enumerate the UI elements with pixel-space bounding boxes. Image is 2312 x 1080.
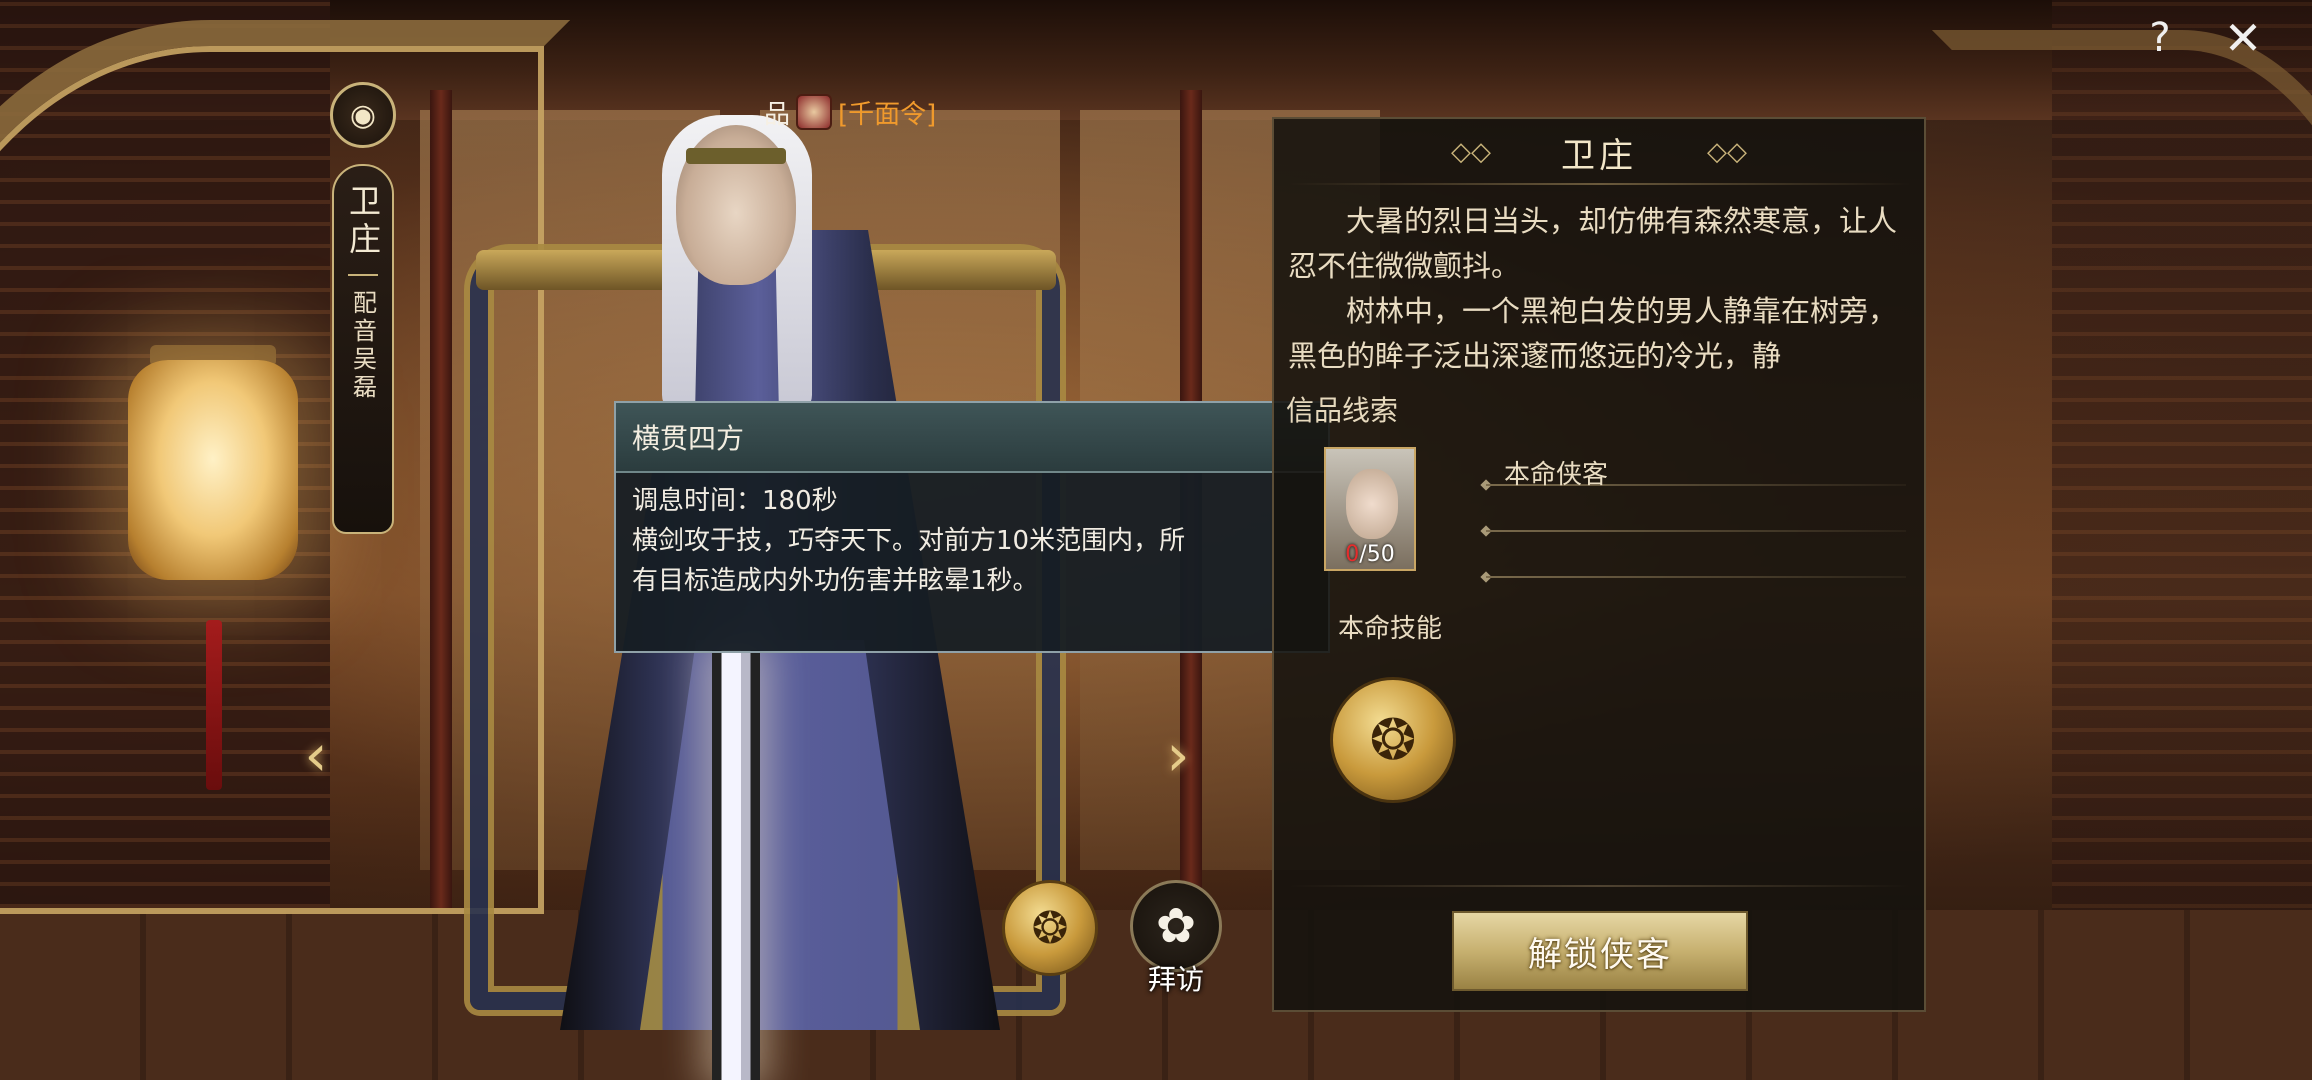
panel-title: 卫庄 [1561, 135, 1637, 176]
banner-divider [348, 274, 378, 276]
flower-icon: ✿ [1155, 898, 1197, 954]
visit-label[interactable]: 拜访 [1136, 958, 1216, 998]
title-tag: [千面令] [838, 99, 937, 130]
voice-actor: 配音吴磊 [348, 290, 377, 402]
ornament-icon: ◇◇ [1451, 137, 1491, 167]
hero-title-label: 品 [千面令] [764, 92, 936, 132]
unlock-hero-button[interactable]: 解锁侠客 [1452, 911, 1748, 991]
sword-skill-icon: ❂ [1031, 902, 1069, 954]
tooltip-desc-line1: 横剑攻于技，巧夺天下。对前方10米范围内，所 [632, 526, 1186, 556]
chevron-left-icon: ‹ [304, 721, 328, 789]
prev-hero-arrow[interactable]: ‹ [294, 721, 338, 789]
tooltip-desc-line2: 有目标造成内外功伤害并眩晕1秒。 [632, 566, 1039, 596]
hero-shard-avatar[interactable]: 0/50 [1324, 447, 1416, 571]
story-paragraph: 树林中，一个黑袍白发的男人静靠在树旁，黑色的眸子泛出深邃而悠远的冷光，静 [1288, 294, 1898, 373]
question-icon: ? [2149, 15, 2171, 61]
clue-item: 本命侠客 [1504, 460, 1609, 490]
character-sword [712, 650, 760, 1080]
skill-button[interactable]: ❂ [1002, 880, 1098, 976]
clue-section-label: 信品线索 [1286, 394, 1399, 427]
chevron-right-icon: › [1166, 721, 1190, 789]
shard-have: 0 [1345, 542, 1360, 567]
clue-line [1486, 530, 1906, 532]
signature-skill-label: 本命技能 [1338, 614, 1443, 644]
mask-icon [796, 94, 833, 130]
gold-arch-right [1932, 30, 2312, 930]
tooltip-body: 调息时间：180秒 横剑攻于技，巧夺天下。对前方10米范围内，所 有目标造成内外… [616, 473, 1328, 601]
divider [1288, 183, 1910, 185]
hero-info-panel: ◇◇ 卫庄 ◇◇ 大暑的烈日当头，却仿佛有森然寒意，让人忍不住微微颤抖。 树林中… [1272, 117, 1926, 1012]
panel-header: ◇◇ 卫庄 ◇◇ [1274, 119, 1924, 185]
speaker-wave-icon: ◉ [349, 97, 377, 133]
sword-skill-icon: ❂ [1369, 707, 1417, 773]
title-prefix: 品 [764, 99, 791, 130]
shard-need: /50 [1359, 542, 1395, 567]
lantern-tassel [206, 620, 222, 790]
hero-name-banner: 卫庄 配音吴磊 [332, 164, 394, 534]
character-headband [686, 148, 786, 164]
voice-play-button[interactable]: ◉ [330, 82, 396, 148]
story-paragraph: 大暑的烈日当头，却仿佛有森然寒意，让人忍不住微微颤抖。 [1288, 204, 1898, 283]
tooltip-title: 横贯四方 [616, 403, 1328, 473]
skill-tooltip: 横贯四方 调息时间：180秒 横剑攻于技，巧夺天下。对前方10米范围内，所 有目… [614, 401, 1330, 653]
ornament-icon: ◇◇ [1707, 137, 1747, 167]
shard-count: 0/50 [1326, 542, 1414, 567]
close-icon: ✕ [2223, 11, 2263, 65]
help-button[interactable]: ? [2140, 12, 2180, 64]
hero-name: 卫庄 [344, 184, 382, 260]
signature-skill-button[interactable]: ❂ [1330, 677, 1456, 803]
avatar-face [1346, 469, 1398, 539]
next-hero-arrow[interactable]: › [1156, 721, 1200, 789]
divider [1288, 885, 1910, 887]
hero-story[interactable]: 大暑的烈日当头，却仿佛有森然寒意，让人忍不住微微颤抖。 树林中，一个黑袍白发的男… [1288, 199, 1908, 399]
clue-line [1486, 576, 1906, 578]
tooltip-cooldown: 调息时间：180秒 [632, 486, 838, 516]
close-button[interactable]: ✕ [2218, 11, 2268, 65]
paper-lantern [128, 360, 298, 580]
